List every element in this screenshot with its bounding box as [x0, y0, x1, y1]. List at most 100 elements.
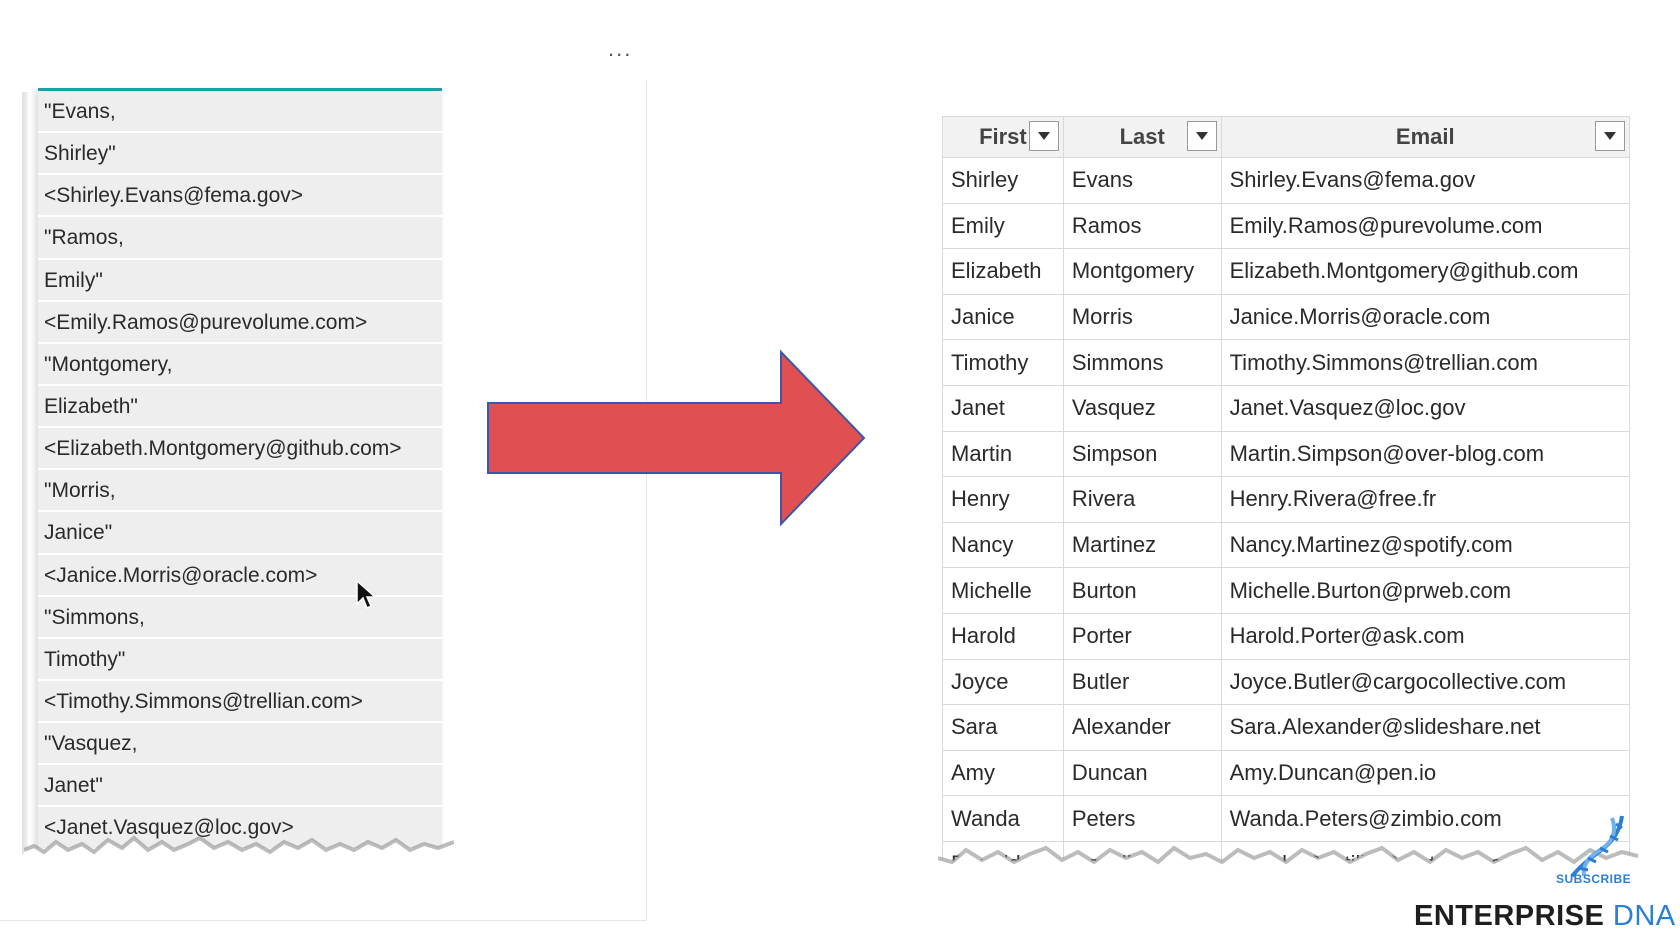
table-cell-last[interactable]: Vasquez: [1062, 384, 1222, 432]
filter-dropdown-button[interactable]: [1028, 121, 1059, 151]
filter-dropdown-button[interactable]: [1595, 121, 1625, 151]
left-pane-edge: [22, 92, 28, 854]
table-cell-first[interactable]: Ronald: [942, 840, 1064, 876]
table-cell-email[interactable]: Amy.Duncan@pen.io: [1220, 749, 1630, 797]
table-row[interactable]: Nancy Martinez Nancy.Martinez@spotify.com: [942, 521, 1630, 569]
table-cell-first[interactable]: Sara: [942, 704, 1064, 751]
dna-logo-icon: [1570, 815, 1624, 878]
table-row[interactable]: Elizabeth Montgomery Elizabeth.Montgomery@…: [942, 248, 1630, 295]
right-arrow-icon: [487, 349, 866, 527]
table-cell-last[interactable]: Castillo: [1062, 840, 1222, 876]
table-cell-last[interactable]: Montgomery: [1062, 248, 1222, 295]
table-row[interactable]: Shirley Evans Shirley.Evans@fema.gov: [942, 157, 1630, 204]
source-list-row[interactable]: "Evans,: [38, 91, 442, 134]
table-row[interactable]: Amy Duncan Amy.Duncan@pen.io: [942, 749, 1630, 797]
table-cell-first[interactable]: Janet: [942, 384, 1064, 432]
table-cell-last[interactable]: Simpson: [1062, 430, 1222, 478]
source-list-row[interactable]: "Simmons,: [38, 597, 442, 639]
table-cell-last[interactable]: Rivera: [1062, 476, 1222, 523]
logo-strong-text: ENTERPRISE: [1414, 900, 1605, 932]
source-column-list[interactable]: "Evans, Shirley" <Shirley.Evans@fema.gov> "…: [38, 88, 442, 865]
table-row[interactable]: Wanda Peters Wanda.Peters@zimbio.com: [942, 795, 1630, 842]
source-list-row[interactable]: <Emily.Ramos@purevolume.com>: [38, 302, 442, 344]
source-list-row[interactable]: Elizabeth": [38, 386, 442, 429]
table-cell-last[interactable]: Martinez: [1062, 521, 1222, 569]
filter-dropdown-button[interactable]: [1186, 121, 1217, 151]
source-list-row[interactable]: "Morris,: [38, 470, 442, 513]
source-list-row[interactable]: <Shirley.Evans@fema.gov>: [38, 175, 442, 218]
enterprise-dna-logo: ENTERPRISE DNA: [1414, 900, 1676, 933]
chevron-down-icon: [1604, 132, 1616, 140]
table-row[interactable]: Henry Rivera Henry.Rivera@free.fr: [942, 476, 1630, 523]
table-cell-email[interactable]: Henry.Rivera@free.fr: [1220, 476, 1630, 523]
source-list-row[interactable]: <Elizabeth.Montgomery@github.com>: [38, 428, 442, 471]
table-cell-last[interactable]: Duncan: [1062, 749, 1222, 797]
result-table-container: First Last Email Shirley Evans Shirley.Evans…: [942, 116, 1630, 876]
table-cell-first[interactable]: Amy: [942, 749, 1064, 797]
source-list-row[interactable]: Shirley": [38, 133, 442, 176]
table-cell-last[interactable]: Simmons: [1062, 339, 1222, 386]
source-list-row[interactable]: Janet": [38, 765, 442, 808]
table-cell-first[interactable]: Michelle: [942, 567, 1064, 614]
table-cell-last[interactable]: Evans: [1062, 157, 1222, 204]
table-row[interactable]: Martin Simpson Martin.Simpson@over-blog.co…: [942, 430, 1630, 478]
table-row[interactable]: Emily Ramos Emily.Ramos@purevolume.com: [942, 202, 1630, 250]
table-row[interactable]: Sara Alexander Sara.Alexander@slideshare.n…: [942, 704, 1630, 751]
table-row[interactable]: Janice Morris Janice.Morris@oracle.com: [942, 293, 1630, 341]
table-row[interactable]: Michelle Burton Michelle.Burton@prweb.com: [942, 567, 1630, 614]
table-cell-first[interactable]: Henry: [942, 476, 1064, 523]
source-list-row[interactable]: Emily": [38, 260, 442, 302]
table-row[interactable]: Ronald Castillo Ronald.Castillo@pinterest.…: [942, 840, 1630, 876]
table-cell-email[interactable]: Janet.Vasquez@loc.gov: [1220, 384, 1630, 432]
source-list-row[interactable]: "Ramos,: [38, 217, 442, 260]
table-row[interactable]: Joyce Butler Joyce.Butler@cargocollective.…: [942, 658, 1630, 706]
table-cell-last[interactable]: Burton: [1062, 567, 1222, 614]
table-cell-first[interactable]: Martin: [942, 430, 1064, 478]
subscribe-label[interactable]: SUBSCRIBE: [1556, 872, 1631, 886]
table-cell-email[interactable]: Joyce.Butler@cargocollective.com: [1220, 658, 1630, 706]
table-row[interactable]: Janet Vasquez Janet.Vasquez@loc.gov: [942, 384, 1630, 432]
table-cell-email[interactable]: Michelle.Burton@prweb.com: [1220, 567, 1630, 614]
source-list-row[interactable]: Timothy": [38, 639, 442, 681]
table-cell-last[interactable]: Peters: [1062, 795, 1222, 842]
table-cell-last[interactable]: Butler: [1062, 658, 1222, 706]
column-header-first[interactable]: First: [942, 116, 1064, 158]
table-row[interactable]: Timothy Simmons Timothy.Simmons@trellian.c…: [942, 339, 1630, 386]
column-header-last[interactable]: Last: [1062, 116, 1222, 158]
table-header-row: First Last Email: [942, 116, 1630, 158]
column-header-email[interactable]: Email: [1220, 116, 1630, 158]
table-row[interactable]: Harold Porter Harold.Porter@ask.com: [942, 612, 1630, 660]
source-list-row[interactable]: <Timothy.Simmons@trellian.com>: [38, 681, 442, 724]
table-cell-first[interactable]: Timothy: [942, 339, 1064, 386]
source-list-row[interactable]: "Vasquez,: [38, 723, 442, 766]
table-cell-first[interactable]: Wanda: [942, 795, 1064, 842]
table-cell-email[interactable]: Sara.Alexander@slideshare.net: [1220, 704, 1630, 751]
column-header-label: Email: [1395, 124, 1455, 149]
source-list-row[interactable]: <Janet.Vasquez@loc.gov>: [38, 807, 442, 850]
table-cell-first[interactable]: Nancy: [942, 521, 1064, 569]
table-cell-email[interactable]: Shirley.Evans@fema.gov: [1220, 157, 1630, 204]
table-cell-first[interactable]: Harold: [942, 612, 1064, 660]
table-cell-last[interactable]: Morris: [1062, 293, 1222, 341]
column-header-label: First: [979, 124, 1027, 149]
more-options-icon[interactable]: ...: [608, 38, 638, 64]
table-cell-email[interactable]: Martin.Simpson@over-blog.com: [1220, 430, 1630, 478]
table-cell-first[interactable]: Elizabeth: [942, 248, 1064, 295]
table-cell-email[interactable]: Nancy.Martinez@spotify.com: [1220, 521, 1630, 569]
table-cell-email[interactable]: Janice.Morris@oracle.com: [1220, 293, 1630, 341]
table-cell-first[interactable]: Shirley: [942, 157, 1064, 204]
table-cell-email[interactable]: Timothy.Simmons@trellian.com: [1220, 339, 1630, 386]
table-cell-email[interactable]: Harold.Porter@ask.com: [1220, 612, 1630, 660]
table-cell-first[interactable]: Emily: [942, 202, 1064, 250]
table-cell-last[interactable]: Alexander: [1062, 704, 1222, 751]
table-cell-last[interactable]: Ramos: [1062, 202, 1222, 250]
table-cell-first[interactable]: Joyce: [942, 658, 1064, 706]
table-cell-email[interactable]: Emily.Ramos@purevolume.com: [1220, 202, 1630, 250]
chevron-down-icon: [1037, 132, 1050, 140]
source-list-row[interactable]: Janice": [38, 512, 442, 555]
table-cell-last[interactable]: Porter: [1062, 612, 1222, 660]
source-list-row[interactable]: "Montgomery,: [38, 344, 442, 386]
source-list-row[interactable]: <Janice.Morris@oracle.com>: [38, 555, 442, 597]
table-cell-email[interactable]: Elizabeth.Montgomery@github.com: [1220, 248, 1630, 295]
table-cell-first[interactable]: Janice: [942, 293, 1064, 341]
